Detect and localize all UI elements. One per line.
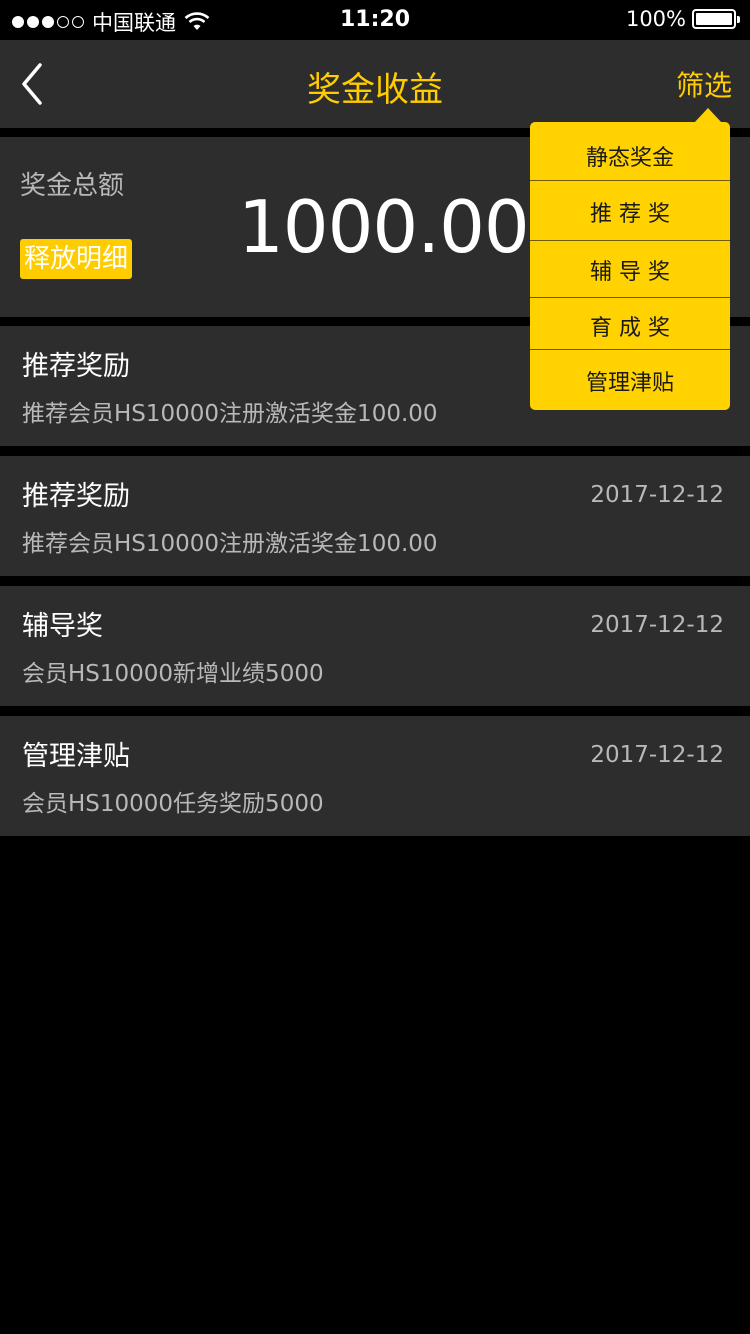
record-description: 会员HS10000任务奖励5000: [22, 791, 324, 817]
dropdown-divider: [530, 180, 730, 181]
record-item[interactable]: 推荐奖励 2017-12-12 推荐会员HS10000注册激活奖金100.00: [0, 456, 750, 576]
filter-option-coaching-bonus[interactable]: 辅 导 奖: [530, 254, 730, 286]
record-title: 推荐奖励: [22, 351, 130, 382]
filter-option-static-bonus[interactable]: 静态奖金: [530, 140, 730, 172]
total-amount: 1000.00: [238, 185, 530, 269]
record-title: 推荐奖励: [22, 481, 130, 512]
dropdown-arrow: [694, 108, 722, 123]
record-description: 推荐会员HS10000注册激活奖金100.00: [22, 531, 438, 557]
back-button[interactable]: [14, 60, 54, 108]
nav-bar: 奖金收益 筛选: [0, 40, 750, 128]
record-date: 2017-12-12: [590, 612, 724, 638]
filter-option-referral-bonus[interactable]: 推 荐 奖: [530, 196, 730, 228]
filter-option-development-bonus[interactable]: 育 成 奖: [530, 310, 730, 342]
total-label: 奖金总额: [20, 171, 125, 201]
record-item[interactable]: 辅导奖 2017-12-12 会员HS10000新增业绩5000: [0, 586, 750, 706]
filter-dropdown-menu: 静态奖金 推 荐 奖 辅 导 奖 育 成 奖 管理津贴: [530, 108, 730, 410]
record-description: 推荐会员HS10000注册激活奖金100.00: [22, 401, 438, 427]
dropdown-divider: [530, 297, 730, 298]
chevron-left-icon: [22, 63, 42, 105]
record-item[interactable]: 管理津贴 2017-12-12 会员HS10000任务奖励5000: [0, 716, 750, 836]
record-description: 会员HS10000新增业绩5000: [22, 661, 324, 687]
screen: 中国联通 11:20 100% 奖金收益 筛选 奖金总额 释放明细 1000.0…: [0, 0, 750, 1334]
filter-option-management-allowance[interactable]: 管理津贴: [530, 365, 730, 397]
status-bar: 中国联通 11:20 100%: [0, 0, 750, 40]
status-right: 100%: [625, 7, 740, 31]
record-title: 辅导奖: [22, 611, 103, 642]
record-date: 2017-12-12: [590, 482, 724, 508]
battery-icon: [692, 9, 740, 29]
filter-button[interactable]: 筛选: [676, 64, 732, 104]
dropdown-divider: [530, 240, 730, 241]
release-detail-button[interactable]: 释放明细: [20, 239, 133, 279]
record-date: 2017-12-12: [590, 742, 724, 768]
page-title: 奖金收益: [307, 70, 443, 110]
record-title: 管理津贴: [22, 741, 130, 772]
battery-percentage: 100%: [625, 7, 686, 31]
dropdown-divider: [530, 349, 730, 350]
